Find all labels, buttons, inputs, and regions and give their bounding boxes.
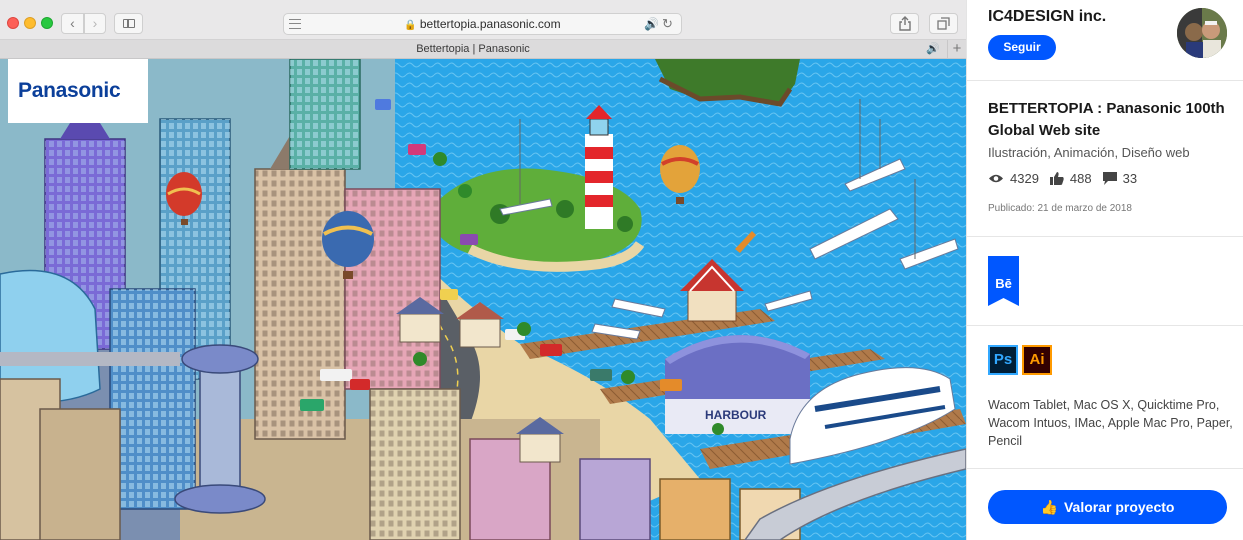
lock-icon: 🔒 xyxy=(404,20,417,31)
comments-count: 33 xyxy=(1122,170,1138,186)
back-button[interactable]: ‹ xyxy=(61,13,84,34)
panasonic-logo[interactable]: Panasonic xyxy=(8,59,148,123)
divider xyxy=(967,236,1243,237)
creative-fields[interactable]: Ilustración, Animación, Diseño web xyxy=(988,145,1190,160)
project-title: BETTERTOPIA : Panasonic 100th Global Web… xyxy=(988,100,1225,139)
avatar-photo xyxy=(1177,8,1227,58)
forward-button[interactable]: › xyxy=(84,13,106,34)
comment-icon xyxy=(1102,171,1117,185)
new-tab-button[interactable]: + xyxy=(947,40,966,59)
thumbs-up-icon xyxy=(1049,171,1064,185)
eye-icon xyxy=(989,174,1003,182)
audio-playing-icon[interactable]: 🔊 xyxy=(644,17,659,31)
photoshop-icon[interactable]: Ps xyxy=(988,345,1018,375)
tab-bar: Bettertopia | Panasonic 🔊 + xyxy=(0,40,966,59)
views-count: 4329 xyxy=(1010,170,1039,186)
follow-button[interactable]: Seguir xyxy=(988,35,1056,60)
divider xyxy=(967,325,1243,326)
harbour-building: HARBOUR xyxy=(665,335,810,434)
browser-toolbar: ‹ › 🔒 bettertopia.panasonic.com 🔊 ↻ xyxy=(0,0,966,40)
published-date: Publicado: 21 de marzo de 2018 xyxy=(988,203,1132,214)
appreciate-label: Valorar proyecto xyxy=(1063,499,1175,515)
divider xyxy=(967,468,1243,469)
address-bar[interactable]: 🔒 bettertopia.panasonic.com 🔊 ↻ xyxy=(283,13,682,35)
show-tabs-button[interactable] xyxy=(929,13,958,34)
chevron-left-icon: ‹ xyxy=(70,15,75,31)
behance-badge-icon[interactable]: Bē xyxy=(988,256,1019,306)
url-text: bettertopia.panasonic.com xyxy=(419,17,561,31)
thumbs-up-icon: 👍 xyxy=(1040,499,1058,515)
close-window-button[interactable] xyxy=(7,17,19,29)
appreciate-project-button[interactable]: 👍 Valorar proyecto xyxy=(988,490,1227,524)
project-stats: 4329 488 33 xyxy=(988,170,1148,186)
screen: ‹ › 🔒 bettertopia.panasonic.com 🔊 ↻ Bette… xyxy=(0,0,1243,540)
reload-icon[interactable]: ↻ xyxy=(662,16,673,32)
panasonic-logo-text: Panasonic xyxy=(18,79,121,102)
owner-name[interactable]: IC4DESIGN inc. xyxy=(988,8,1106,26)
bettertopia-illustration[interactable]: HARBOUR Panasonic xyxy=(0,59,966,540)
zoom-window-button[interactable] xyxy=(41,17,53,29)
harbour-sign-text: HARBOUR xyxy=(705,408,767,422)
city-harbour-artwork: HARBOUR xyxy=(0,59,966,540)
owner-avatar[interactable] xyxy=(1177,8,1227,58)
project-info-panel: IC4DESIGN inc. Seguir BETTERTOPIA : Pana… xyxy=(966,0,1243,540)
tools-used: Ps Ai xyxy=(988,345,1052,375)
appreciations-count: 488 xyxy=(1069,170,1092,186)
minimize-window-button[interactable] xyxy=(24,17,36,29)
share-icon xyxy=(898,16,911,31)
chevron-right-icon: › xyxy=(92,15,98,31)
illustrator-icon[interactable]: Ai xyxy=(1022,345,1052,375)
sidebar-icon xyxy=(123,19,135,28)
browser-window: ‹ › 🔒 bettertopia.panasonic.com 🔊 ↻ Bette… xyxy=(0,0,966,540)
tab-title[interactable]: Bettertopia | Panasonic xyxy=(0,43,946,55)
share-button[interactable] xyxy=(890,13,919,34)
sidebar-toggle-button[interactable] xyxy=(114,13,143,34)
tabs-overview-icon xyxy=(937,17,950,30)
divider xyxy=(967,80,1243,81)
hardware-list: Wacom Tablet, Mac OS X, Quicktime Pro, W… xyxy=(988,398,1233,448)
tab-audio-icon[interactable]: 🔊 xyxy=(926,42,940,55)
behance-badge-text: Bē xyxy=(995,276,1012,291)
